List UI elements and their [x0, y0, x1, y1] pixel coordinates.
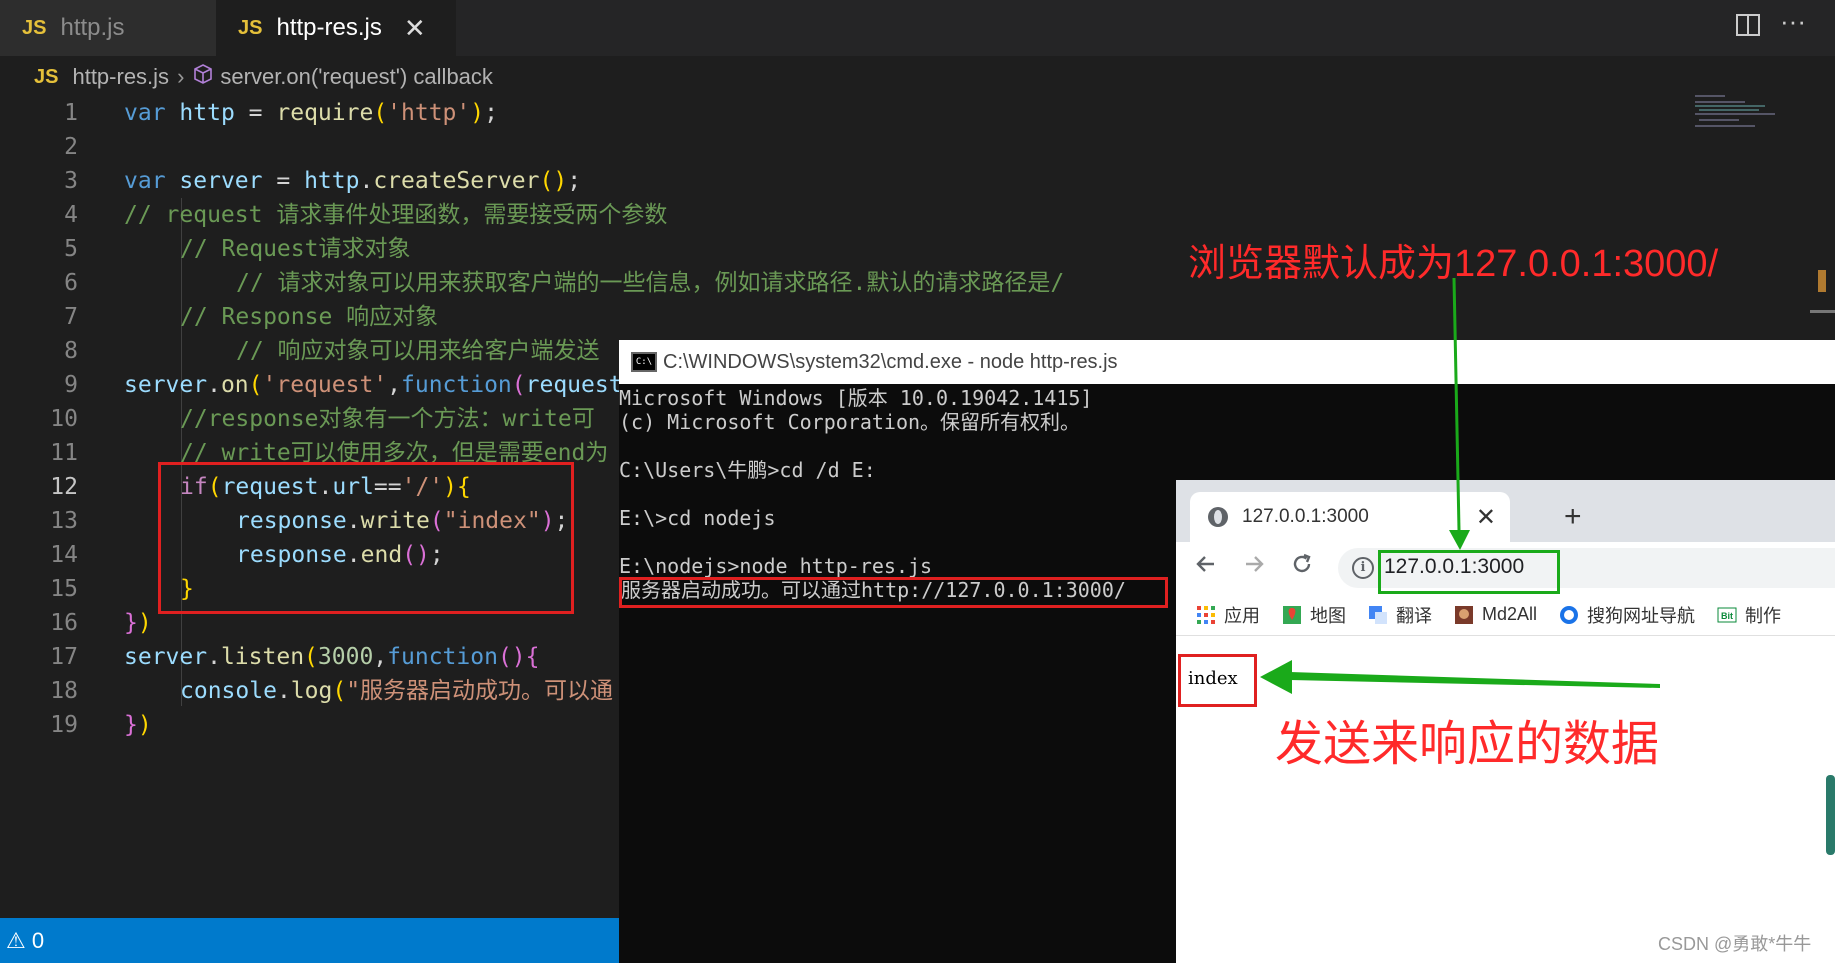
arrow-head	[1449, 530, 1470, 550]
arrow-to-index	[1290, 672, 1660, 688]
annotation-arrows	[1260, 277, 1660, 694]
arrow-head	[1260, 660, 1292, 694]
watermark: CSDN @勇敢*牛牛	[1658, 934, 1812, 954]
arrow-to-url	[1452, 277, 1461, 531]
